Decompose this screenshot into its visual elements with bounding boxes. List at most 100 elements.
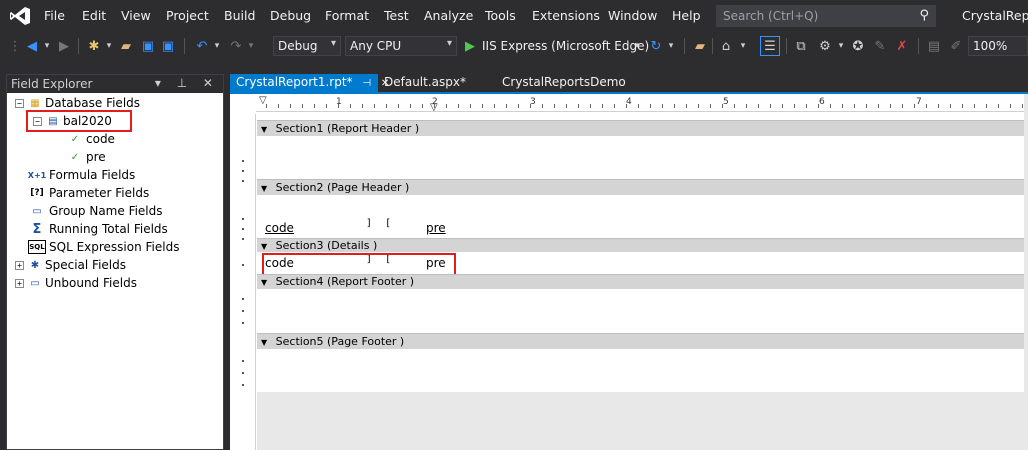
tree-item-unbound-fields[interactable]: + ▭ Unbound Fields (15, 274, 137, 292)
back-icon[interactable]: ◀ (24, 36, 40, 56)
vertical-scrollbar[interactable] (1024, 94, 1028, 450)
format-icon[interactable]: ✪ (850, 36, 866, 56)
configuration-select[interactable]: Debug ▾ (273, 36, 341, 56)
tree-item-sql-expression-fields[interactable]: SQL SQL Expression Fields (28, 238, 179, 256)
home-dropdown-icon[interactable]: ▾ (738, 36, 748, 56)
menu-format[interactable]: Format (325, 8, 369, 23)
ruler-tick (542, 104, 543, 108)
section-body[interactable] (257, 350, 1028, 392)
insert-dropdown-icon[interactable]: ▾ (836, 36, 846, 56)
tree-item-label: Running Total Fields (49, 222, 168, 236)
menu-extensions[interactable]: Extensions (532, 8, 600, 23)
run-icon[interactable]: ▶ (464, 36, 476, 56)
print-icon[interactable]: ▤ (926, 36, 942, 56)
tab-default-aspx[interactable]: Default.aspx* (378, 74, 472, 92)
section-page-header[interactable]: ▼ Section2 (Page Header ) (257, 179, 1028, 195)
menu-tools[interactable]: Tools (485, 8, 516, 23)
section-report-footer[interactable]: ▼ Section4 (Report Footer ) (257, 274, 1028, 289)
header-field-pre[interactable]: pre (426, 221, 446, 235)
header-field-code[interactable]: code (265, 221, 294, 235)
new-project-icon[interactable]: ✱ (86, 36, 102, 56)
tree-item-special-fields[interactable]: + ✱ Special Fields (15, 256, 126, 274)
section-details[interactable]: ▼ Section3 (Details ) (257, 238, 1028, 252)
find-in-files-icon[interactable]: ▰ (692, 36, 708, 56)
tab-crystalreport1[interactable]: CrystalReport1.rpt* ⊣ ✕ (230, 74, 389, 92)
save-icon[interactable]: ▣ (140, 36, 156, 56)
highlight-icon[interactable]: ✎ (872, 36, 888, 56)
menu-edit[interactable]: Edit (82, 8, 106, 23)
section-body[interactable] (257, 137, 1028, 179)
tree-item-formula-fields[interactable]: X+1 Formula Fields (27, 166, 136, 184)
collapse-triangle-icon[interactable]: ▼ (261, 125, 267, 134)
ruler-tick (818, 104, 819, 108)
section-body[interactable] (257, 290, 1028, 332)
ruler-tick (854, 104, 855, 108)
menu-build[interactable]: Build (224, 8, 255, 23)
run-target-button[interactable]: IIS Express (Microsoft Edge) (482, 36, 649, 56)
ruler-tick (974, 104, 975, 108)
ruler-tick (638, 104, 639, 108)
forward-icon[interactable]: ▶ (56, 36, 72, 56)
menu-test[interactable]: Test (384, 8, 409, 23)
menu-debug[interactable]: Debug (270, 8, 311, 23)
redo-icon[interactable]: ↷ (228, 36, 244, 56)
tab-crystalreportsdemo[interactable]: CrystalReportsDemo (496, 74, 632, 92)
tree-item-running-total-fields[interactable]: Σ Running Total Fields (28, 220, 168, 238)
delete-icon[interactable]: ✗ (894, 36, 910, 56)
tree-item-parameter-fields[interactable]: [?] Parameter Fields (28, 184, 149, 202)
ruler-tick (458, 104, 459, 108)
ruler-tick (578, 104, 579, 108)
menu-window[interactable]: Window (608, 8, 657, 23)
ruler-number: 6 (819, 97, 825, 107)
collapse-triangle-icon[interactable]: ▼ (261, 338, 267, 347)
expand-icon[interactable]: + (15, 278, 24, 288)
tree-item-group-name-fields[interactable]: ▭ Group Name Fields (28, 202, 162, 220)
platform-select[interactable]: Any CPU ▾ (345, 36, 457, 56)
refresh-icon[interactable]: ↻ (648, 36, 664, 56)
insert-object-icon[interactable]: ⧉ (792, 36, 810, 56)
collapse-icon[interactable]: − (15, 98, 24, 108)
menu-view[interactable]: View (121, 8, 151, 23)
menu-file[interactable]: File (44, 8, 65, 23)
ruler-tick (362, 104, 363, 108)
ruler-tick (950, 104, 951, 108)
panel-options-icon[interactable]: ▾ ⊥ ✕ (155, 76, 219, 90)
brush-icon[interactable]: ✐ (948, 36, 964, 56)
section-label: Section5 (Page Footer ) (275, 335, 405, 348)
ruler-tick (806, 104, 807, 108)
database-icon: ▦ (30, 97, 40, 109)
menu-analyze[interactable]: Analyze (424, 8, 473, 23)
section-margin (230, 114, 256, 450)
save-all-icon[interactable]: ▣ (160, 36, 176, 56)
run-target-dropdown-icon[interactable]: ▾ (632, 36, 642, 56)
collapse-triangle-icon[interactable]: ▼ (261, 242, 267, 251)
collapse-triangle-icon[interactable]: ▼ (261, 278, 267, 287)
back-dropdown-icon[interactable]: ▾ (42, 36, 52, 56)
formula-icon: X+1 (27, 170, 47, 180)
open-folder-icon[interactable]: ▰ (118, 36, 134, 56)
ruler-tick (662, 104, 663, 108)
search-input[interactable]: Search (Ctrl+Q) ⚲ (716, 5, 936, 27)
undo-dropdown-icon[interactable]: ▾ (212, 36, 222, 56)
redo-dropdown-icon[interactable]: ▾ (246, 36, 256, 56)
section-report-header[interactable]: ▼ Section1 (Report Header ) (257, 120, 1028, 136)
insert-chart-icon[interactable]: ⚙ (816, 36, 834, 56)
pin-icon[interactable]: ⊣ (362, 78, 371, 89)
field-explorer-toggle-icon[interactable]: ☰ (760, 36, 780, 56)
tree-item-pre[interactable]: ✓ pre (67, 148, 106, 166)
new-dropdown-icon[interactable]: ▾ (104, 36, 114, 56)
section-body[interactable]: code ] [ pre (257, 196, 1028, 238)
report-designer: ▽ 1 2 ▽ 3 4 5 6 7 ▼ Section1 (Report Hea… (230, 94, 1028, 450)
tree-item-code[interactable]: ✓ code (67, 130, 115, 148)
menu-help[interactable]: Help (672, 8, 701, 23)
zoom-select[interactable]: 100% (968, 36, 1028, 56)
expand-icon[interactable]: + (15, 260, 24, 270)
configuration-value: Debug (278, 39, 318, 53)
refresh-dropdown-icon[interactable]: ▾ (666, 36, 676, 56)
menu-project[interactable]: Project (166, 8, 209, 23)
section-page-footer[interactable]: ▼ Section5 (Page Footer ) (257, 333, 1028, 349)
ruler-tick (926, 104, 927, 108)
collapse-triangle-icon[interactable]: ▼ (261, 184, 267, 193)
undo-icon[interactable]: ↶ (194, 36, 210, 56)
home-icon[interactable]: ⌂ (718, 36, 734, 56)
